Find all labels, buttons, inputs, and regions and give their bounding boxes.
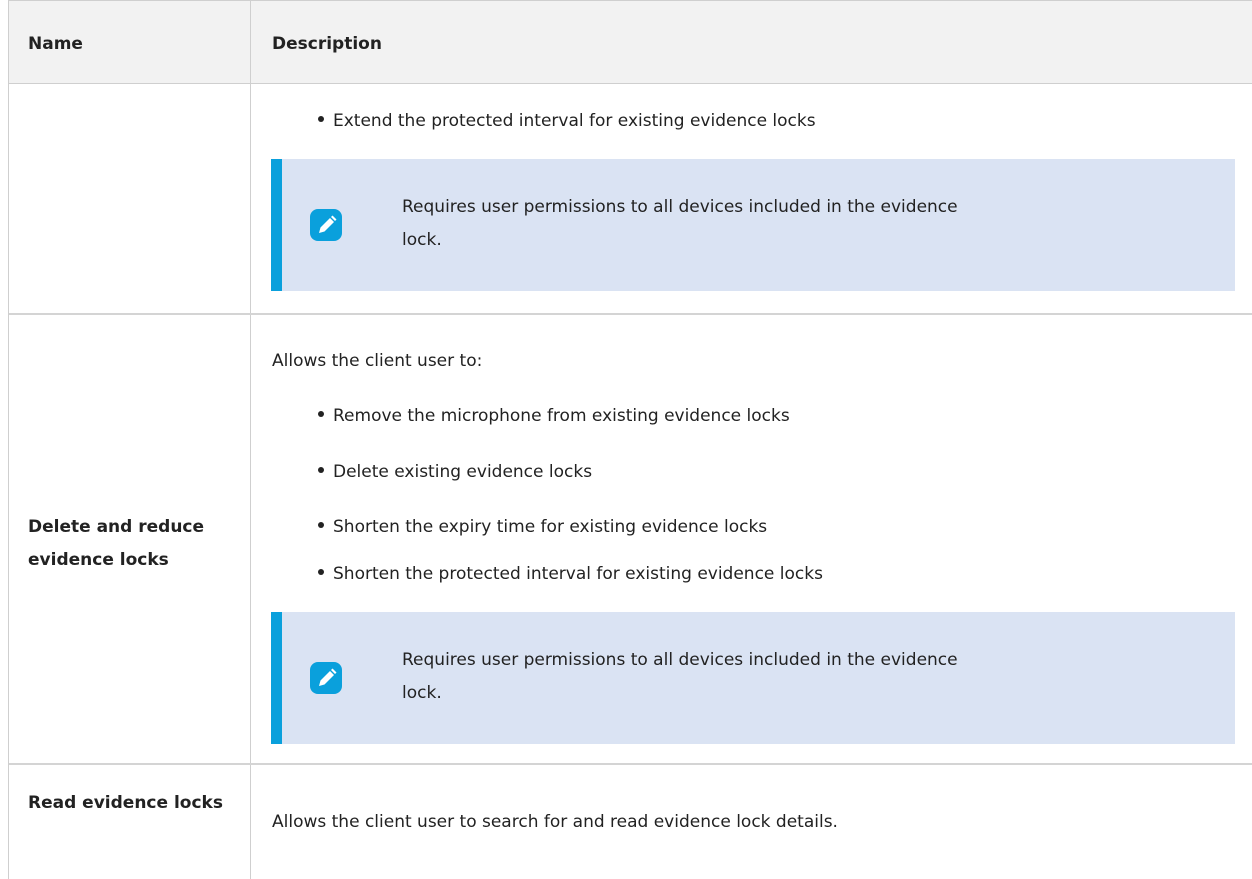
bullet-icon <box>318 467 324 473</box>
permission-name: Read evidence locks <box>28 793 223 813</box>
column-divider <box>250 0 251 879</box>
list-item: Remove the microphone from existing evid… <box>318 406 790 426</box>
row-separator <box>9 313 1252 315</box>
list-item-text: Extend the protected interval for existi… <box>333 111 816 131</box>
bullet-icon <box>318 411 324 417</box>
bullet-icon <box>318 522 324 528</box>
row-separator <box>9 763 1252 765</box>
list-item-text: Shorten the expiry time for existing evi… <box>333 517 768 537</box>
list-item-text: Remove the microphone from existing evid… <box>333 406 790 426</box>
list-item: Delete existing evidence locks <box>318 462 592 482</box>
bullet-icon <box>318 569 324 575</box>
pencil-note-icon <box>310 662 342 694</box>
list-item-text: Shorten the protected interval for exist… <box>333 564 823 584</box>
list-item: Shorten the protected interval for exist… <box>318 564 823 584</box>
list-item-text: Delete existing evidence locks <box>333 462 593 482</box>
permission-intro: Allows the client user to: <box>272 351 483 371</box>
permission-description: Allows the client user to search for and… <box>272 812 838 832</box>
note-box: Requires user permissions to all devices… <box>271 159 1235 291</box>
table-header-row: Name Description <box>9 0 1252 84</box>
bullet-icon <box>318 116 324 122</box>
header-name: Name <box>28 34 83 54</box>
permission-name: Delete and reduce evidence locks <box>28 517 205 570</box>
pencil-note-icon <box>310 209 342 241</box>
note-box: Requires user permissions to all devices… <box>271 612 1235 744</box>
list-item: Shorten the expiry time for existing evi… <box>318 517 767 537</box>
header-description: Description <box>272 34 382 54</box>
list-item: Extend the protected interval for existi… <box>318 111 816 131</box>
permissions-table: Name Description Extend the protected in… <box>8 0 1252 879</box>
note-text: Requires user permissions to all devices… <box>402 650 958 703</box>
note-text: Requires user permissions to all devices… <box>402 197 958 250</box>
